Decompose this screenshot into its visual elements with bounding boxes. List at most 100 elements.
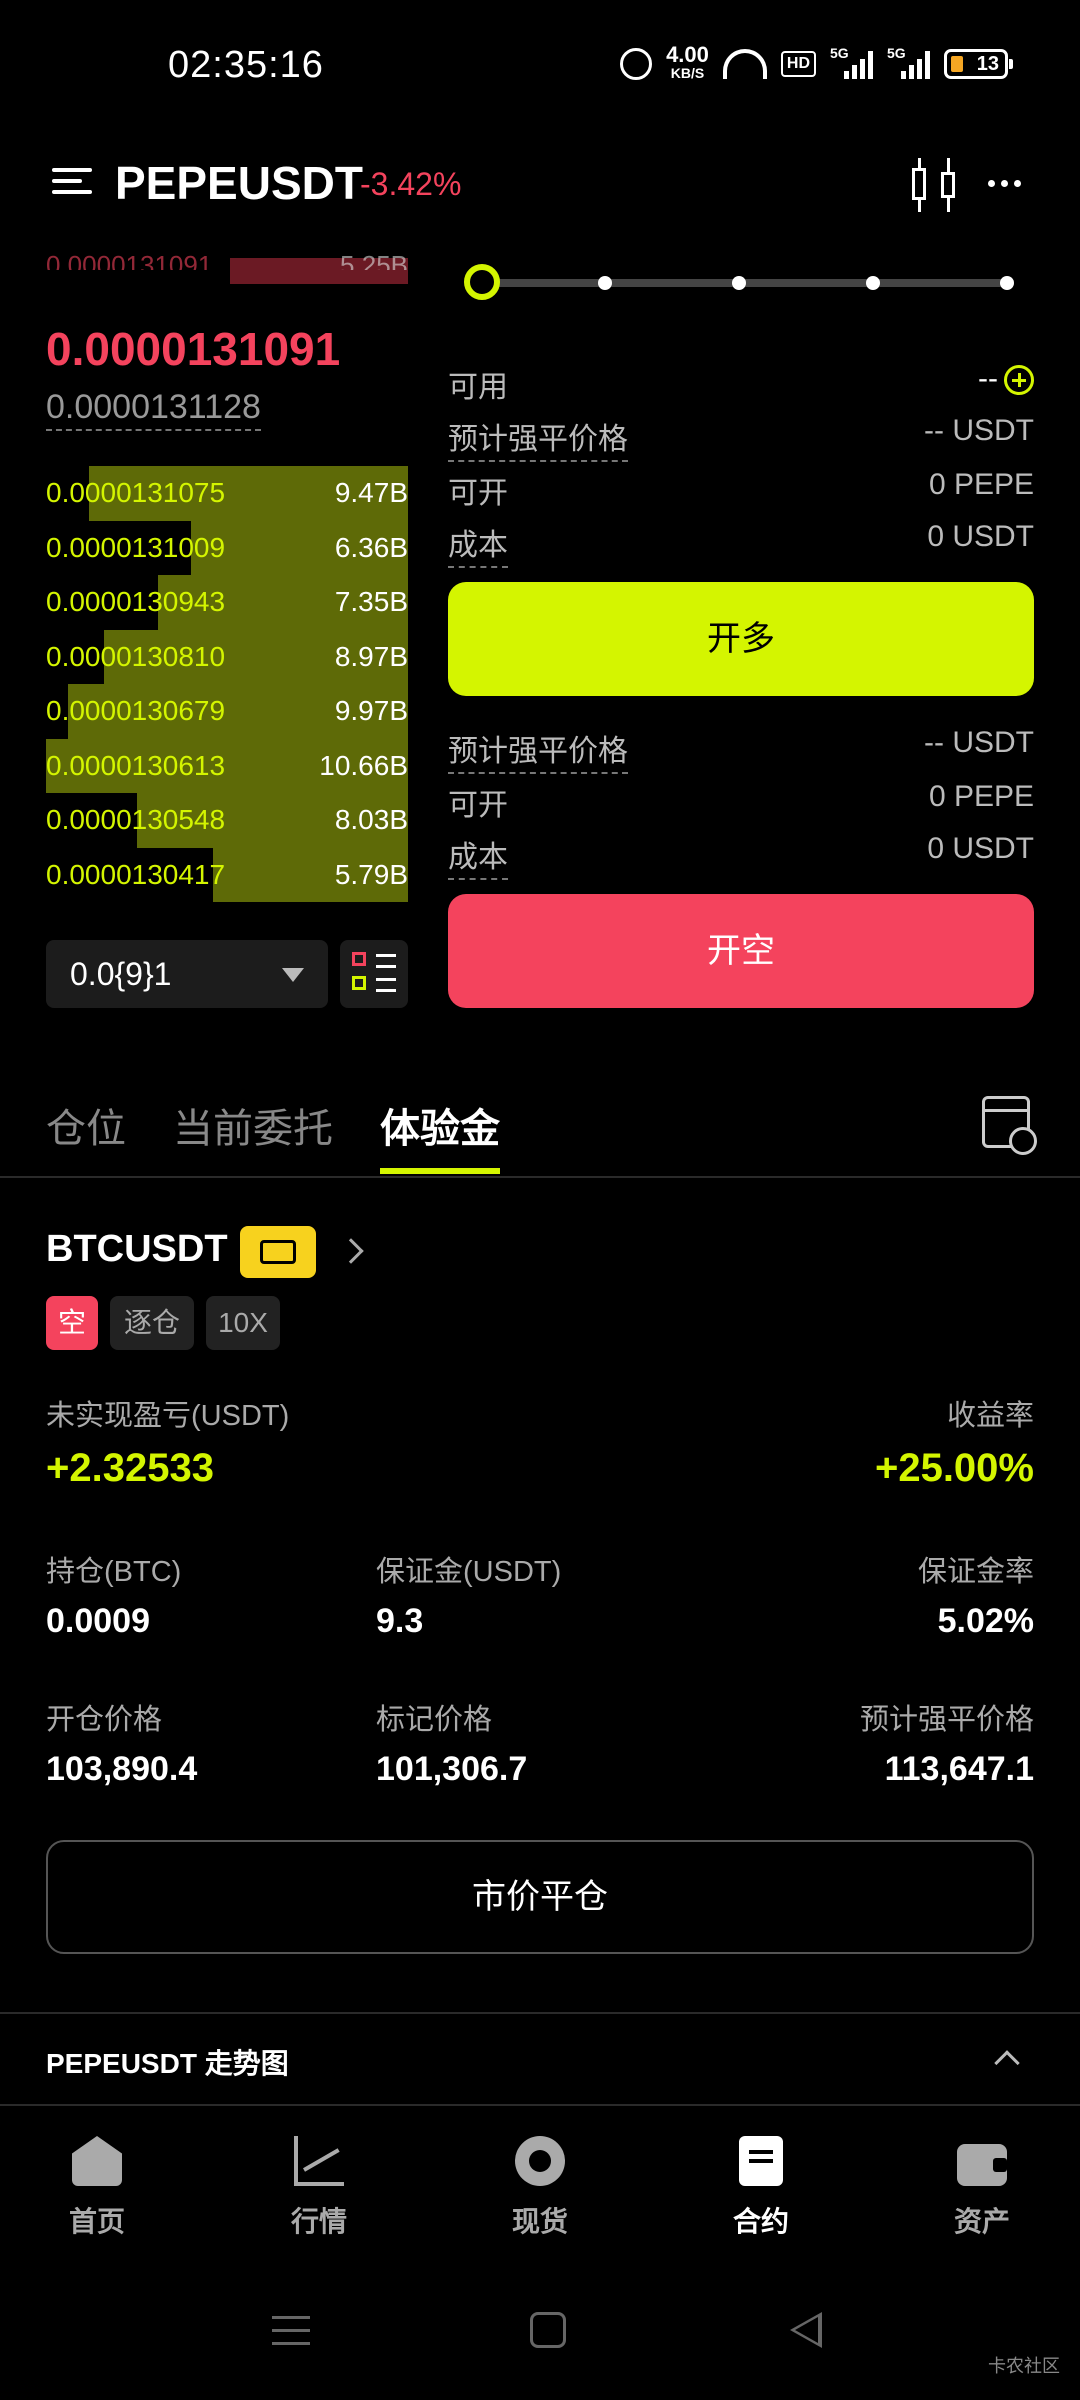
battery-icon: 13 — [944, 49, 1013, 79]
price-change: -3.42% — [360, 166, 462, 202]
bid-quantity: 10.66B — [319, 749, 408, 781]
contract-icon — [739, 2136, 783, 2186]
history-icon[interactable] — [982, 1096, 1037, 1155]
position-symbol[interactable]: BTCUSDT — [46, 1228, 228, 1271]
precision-select[interactable]: 0.0{9}1 — [46, 940, 328, 1008]
short-cost-row: 成本 0 USDT — [448, 832, 1034, 880]
status-time: 02:35:16 — [168, 44, 324, 86]
mark-price-value: 101,306.7 — [376, 1750, 528, 1788]
add-funds-icon[interactable] — [1004, 365, 1034, 396]
mark-price-label: 标记价格 — [376, 1704, 493, 1736]
bid-price: 0.0000131075 — [46, 477, 226, 509]
signal-icon: 5G — [830, 45, 873, 79]
bid-quantity: 9.47B — [334, 477, 408, 509]
bid-quantity: 7.35B — [334, 586, 408, 618]
long-liq-row: 预计强平价格 -- USDT — [448, 414, 1034, 462]
leverage-badge: 10X — [206, 1296, 280, 1350]
bid-list: 0.0000131075 9.47B 0.0000131009 6.36B 0.0000… — [46, 466, 408, 902]
bid-quantity: 9.97B — [334, 695, 408, 727]
bid-row[interactable]: 0.0000131009 6.36B — [46, 520, 408, 575]
bid-price: 0.0000130613 — [46, 749, 226, 781]
bid-quantity: 8.03B — [334, 804, 408, 836]
orderbook-layout-button[interactable] — [340, 940, 408, 1008]
short-openable-row: 可开 0 PEPE — [448, 780, 1034, 822]
entry-price-value: 103,890.4 — [46, 1750, 198, 1788]
side-badge: 空 — [46, 1296, 98, 1350]
market-icon — [294, 2136, 344, 2186]
tab-open-orders[interactable]: 当前委托 — [173, 1096, 333, 1154]
tab-positions[interactable]: 仓位 — [46, 1096, 126, 1154]
status-bar: 02:35:16 4.00 KB/S HD 5G 5G 13 — [0, 0, 1080, 130]
bid-row[interactable]: 0.0000130943 7.35B — [46, 575, 408, 630]
size-label: 持仓(BTC) — [46, 1556, 182, 1588]
bid-price: 0.0000130943 — [46, 586, 226, 618]
tab-trial-fund[interactable]: 体验金 — [380, 1096, 500, 1154]
system-nav-bar: 卡农社区 — [0, 2260, 1080, 2400]
home-button-icon[interactable] — [530, 2312, 566, 2348]
wifi-icon — [722, 49, 767, 79]
margin-label: 保证金(USDT) — [376, 1556, 562, 1588]
chevron-right-icon[interactable] — [338, 1238, 364, 1264]
open-long-button[interactable]: 开多 — [448, 582, 1034, 696]
open-short-button[interactable]: 开空 — [448, 894, 1034, 1008]
signal-icon: 5G — [887, 45, 930, 79]
nav-contract[interactable]: 合约 — [686, 2136, 836, 2240]
bid-quantity: 5.79B — [334, 858, 408, 890]
spot-icon — [515, 2136, 565, 2186]
chevron-down-icon — [282, 968, 304, 982]
margin-ratio-value: 5.02% — [937, 1602, 1034, 1640]
bid-price: 0.0000130810 — [46, 640, 226, 672]
slider-knob[interactable] — [464, 264, 500, 300]
entry-price-label: 开仓价格 — [46, 1704, 163, 1736]
bid-row[interactable]: 0.0000131075 9.47B — [46, 466, 408, 521]
bid-row[interactable]: 0.0000130810 8.97B — [46, 629, 408, 684]
nav-market[interactable]: 行情 — [244, 2136, 394, 2240]
pair-title[interactable]: PEPEUSDT — [115, 156, 363, 210]
bid-price: 0.0000130548 — [46, 804, 226, 836]
nav-home[interactable]: 首页 — [22, 2136, 172, 2240]
more-icon[interactable] — [988, 180, 1021, 187]
trend-chart-title[interactable]: PEPEUSDT 走势图 — [46, 2042, 289, 2082]
candlestick-chart-icon[interactable] — [912, 158, 958, 212]
nav-assets[interactable]: 资产 — [907, 2136, 1057, 2240]
bid-price: 0.0000130679 — [46, 695, 226, 727]
menu-icon[interactable] — [52, 168, 92, 202]
top-bar: PEPEUSDT -3.42% — [0, 150, 1080, 220]
status-icons: 4.00 KB/S HD 5G 5G 13 — [620, 44, 1013, 82]
short-liq-row: 预计强平价格 -- USDT — [448, 726, 1034, 774]
back-icon[interactable] — [790, 2312, 822, 2348]
bid-quantity: 8.97B — [334, 640, 408, 672]
roe-value: +25.00% — [874, 1446, 1034, 1490]
bottom-nav: 首页 行情 现货 合约 资产 — [0, 2110, 1080, 2260]
pnl-label: 未实现盈亏(USDT) — [46, 1400, 290, 1432]
home-icon — [72, 2136, 122, 2186]
market-close-button[interactable]: 市价平仓 — [46, 1840, 1034, 1954]
available-row: 可用 -- — [448, 362, 1034, 404]
bid-price: 0.0000130417 — [46, 858, 226, 890]
chevron-up-icon[interactable] — [994, 2050, 1020, 2076]
margin-value: 9.3 — [376, 1602, 424, 1640]
divider — [0, 2012, 1080, 2014]
active-tab-indicator — [380, 1168, 500, 1174]
bid-row[interactable]: 0.0000130548 8.03B — [46, 793, 408, 848]
nav-spot[interactable]: 现货 — [465, 2136, 615, 2240]
position-tabs: 仓位 当前委托 体验金 — [0, 1090, 1080, 1178]
bid-row[interactable]: 0.0000130679 9.97B — [46, 684, 408, 739]
roe-label: 收益率 — [946, 1400, 1034, 1432]
ask-row-partial[interactable]: 0.0000131091 5.25B — [46, 250, 408, 270]
mark-price[interactable]: 0.0000131128 — [46, 388, 261, 431]
long-openable-row: 可开 0 PEPE — [448, 468, 1034, 510]
leverage-slider[interactable] — [464, 264, 1014, 300]
alarm-icon — [620, 48, 653, 80]
size-value: 0.0009 — [46, 1602, 150, 1640]
bid-row[interactable]: 0.0000130417 5.79B — [46, 847, 408, 902]
recent-apps-icon[interactable] — [272, 2316, 310, 2355]
hd-icon: HD — [780, 51, 816, 77]
bid-row[interactable]: 0.0000130613 10.66B — [46, 738, 408, 793]
wallet-icon — [957, 2144, 1007, 2186]
bid-price: 0.0000131009 — [46, 531, 226, 563]
bid-quantity: 6.36B — [334, 531, 408, 563]
divider — [0, 2104, 1080, 2106]
pnl-value: +2.32533 — [46, 1446, 214, 1490]
liq-price-value: 113,647.1 — [884, 1750, 1034, 1788]
